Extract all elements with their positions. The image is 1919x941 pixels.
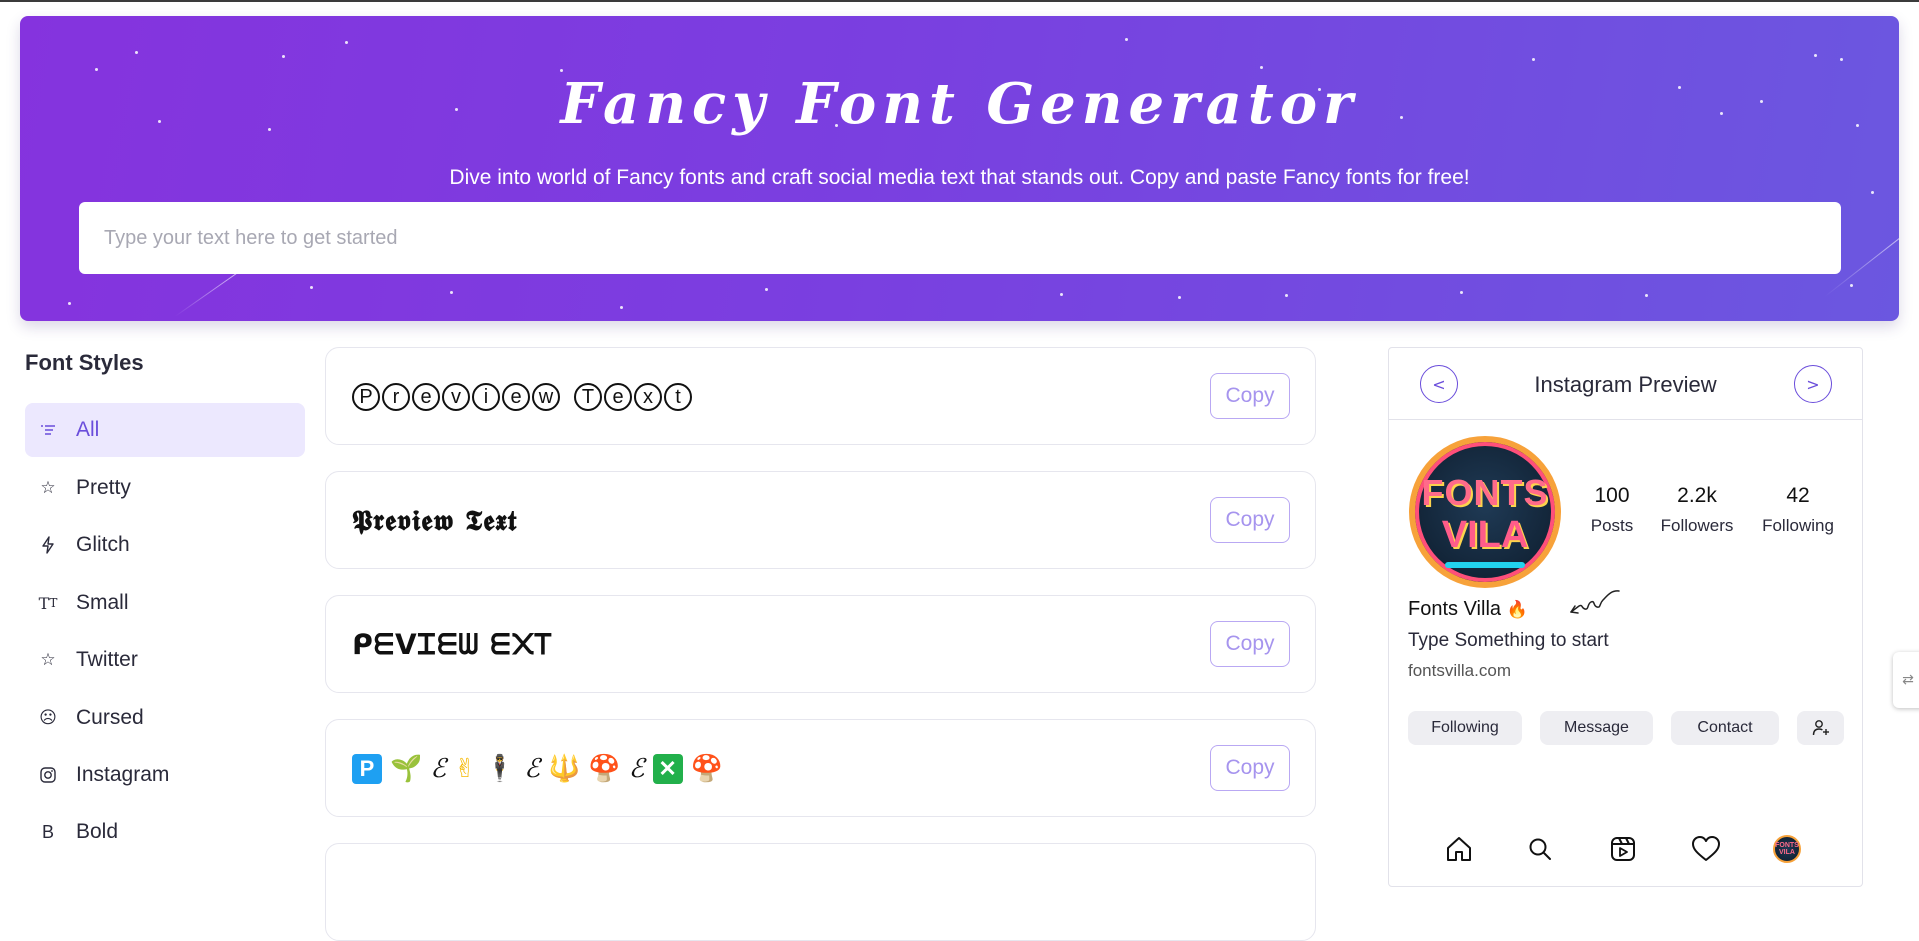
instagram-preview-title: Instagram Preview bbox=[1534, 372, 1717, 397]
font-result-card bbox=[325, 843, 1316, 941]
instagram-preview-header: < Instagram Preview > bbox=[1389, 348, 1862, 420]
frown-icon: ☹ bbox=[39, 708, 57, 727]
hero-banner: Fancy Font Generator Dive into world of … bbox=[20, 16, 1899, 321]
chevron-right-icon: > bbox=[1806, 374, 1820, 394]
likes-nav[interactable] bbox=[1690, 833, 1722, 865]
arrow-doodle-icon bbox=[1570, 590, 1620, 614]
font-styles-heading: Font Styles bbox=[25, 350, 144, 375]
add-user-button[interactable] bbox=[1797, 711, 1844, 745]
sidebar-item-pretty[interactable]: ☆ Pretty bbox=[25, 461, 305, 515]
bubble-font-preview: Preview Text bbox=[352, 348, 694, 446]
add-user-icon bbox=[1812, 720, 1829, 736]
sidebar-item-instagram[interactable]: Instagram bbox=[25, 748, 305, 802]
followers-stat: 2.2k Followers bbox=[1660, 484, 1734, 535]
fire-icon: 🔥 bbox=[1506, 600, 1528, 619]
font-result-card: P 🌱 ℰ ✌ 🕴 ℰ 🔱 🍄 ℰ ✕ 🍄 Copy bbox=[325, 719, 1316, 817]
font-result-card: Preview Text Copy bbox=[325, 347, 1316, 445]
sidebar-item-label: Bold bbox=[76, 820, 119, 843]
sidebar-item-label: Instagram bbox=[76, 763, 170, 786]
sidebar-item-glitch[interactable]: Glitch bbox=[25, 518, 305, 572]
glitch-font-preview: ᑭᗴᐯᏆᗴᗯ ᗴ᙭Ꭲ bbox=[352, 628, 554, 661]
reels-icon bbox=[1611, 837, 1635, 861]
reels-nav[interactable] bbox=[1607, 833, 1639, 865]
profile-avatar: FONTS VILA bbox=[1773, 835, 1801, 863]
search-icon bbox=[1529, 838, 1551, 860]
avatar: FONTS VILA bbox=[1409, 436, 1561, 588]
sidebar-item-small[interactable]: TT Small bbox=[25, 576, 305, 630]
following-stat: 42 Following bbox=[1762, 484, 1834, 535]
text-size-icon: TT bbox=[38, 593, 58, 613]
collapse-handle-icon[interactable]: ⇄ bbox=[1893, 652, 1919, 708]
heart-icon bbox=[1692, 836, 1720, 861]
instagram-icon bbox=[37, 767, 59, 783]
star-icon: ☆ bbox=[40, 478, 56, 497]
search-nav[interactable] bbox=[1524, 833, 1556, 865]
sidebar-item-label: Glitch bbox=[76, 533, 130, 556]
sidebar-item-all[interactable]: All bbox=[25, 403, 305, 457]
following-button[interactable]: Following bbox=[1408, 711, 1522, 745]
window-top-border bbox=[0, 0, 1919, 2]
message-button[interactable]: Message bbox=[1540, 711, 1653, 745]
sidebar-item-label: Cursed bbox=[76, 706, 144, 729]
profile-bio: Type Something to start bbox=[1408, 630, 1609, 651]
list-icon bbox=[37, 424, 59, 436]
profile-nav[interactable]: FONTS VILA bbox=[1771, 833, 1803, 865]
bolt-icon bbox=[37, 536, 59, 554]
copy-button[interactable]: Copy bbox=[1210, 621, 1290, 667]
blackletter-font-preview: 𝕻𝖗𝖊𝖛𝖎𝖊𝖜 𝕿𝖊𝖝𝖙 bbox=[352, 504, 518, 537]
sidebar-item-cursed[interactable]: ☹ Cursed bbox=[25, 691, 305, 745]
page-title: Fancy Font Generator bbox=[560, 71, 1359, 137]
sidebar-item-twitter[interactable]: ☆ Twitter bbox=[25, 633, 305, 687]
copy-button[interactable]: Copy bbox=[1210, 745, 1290, 791]
sidebar-item-label: Small bbox=[76, 591, 129, 614]
home-nav[interactable] bbox=[1443, 833, 1475, 865]
copy-button[interactable]: Copy bbox=[1210, 373, 1290, 419]
text-input[interactable] bbox=[79, 202, 1841, 274]
emoji-font-preview: P 🌱 ℰ ✌ 🕴 ℰ 🔱 🍄 ℰ ✕ 🍄 bbox=[352, 720, 731, 818]
home-icon bbox=[1447, 837, 1471, 861]
sidebar-item-bold[interactable]: B Bold bbox=[25, 805, 305, 859]
profile-link[interactable]: fontsvilla.com bbox=[1408, 661, 1511, 681]
sidebar-item-label: Pretty bbox=[76, 476, 131, 499]
posts-stat: 100 Posts bbox=[1590, 484, 1634, 535]
sidebar-item-label: All bbox=[76, 418, 100, 441]
profile-name: Fonts Villa 🔥 bbox=[1408, 598, 1528, 620]
bold-icon: B bbox=[41, 821, 54, 842]
font-result-card: 𝕻𝖗𝖊𝖛𝖎𝖊𝖜 𝕿𝖊𝖝𝖙 Copy bbox=[325, 471, 1316, 569]
star-icon: ☆ bbox=[40, 650, 56, 669]
sidebar-item-label: Twitter bbox=[76, 648, 138, 671]
next-button[interactable]: > bbox=[1794, 365, 1832, 403]
instagram-preview-panel: < Instagram Preview > FONTS VILA 100 Pos… bbox=[1388, 347, 1863, 887]
font-result-card: ᑭᗴᐯᏆᗴᗯ ᗴ᙭Ꭲ Copy bbox=[325, 595, 1316, 693]
contact-button[interactable]: Contact bbox=[1671, 711, 1779, 745]
page-subtitle: Dive into world of Fancy fonts and craft… bbox=[449, 166, 1470, 189]
copy-button[interactable]: Copy bbox=[1210, 497, 1290, 543]
